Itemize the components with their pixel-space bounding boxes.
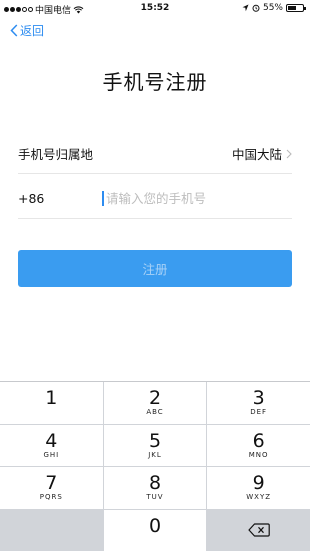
region-label: 手机号归属地 (18, 147, 94, 162)
back-button[interactable]: 返回 (10, 22, 44, 39)
alarm-icon (252, 4, 260, 12)
key-letters: DEF (250, 408, 268, 417)
battery-percent: 55% (262, 3, 283, 13)
region-row[interactable]: 手机号归属地 中国大陆 (18, 134, 292, 174)
back-label: 返回 (20, 24, 45, 38)
key-3[interactable]: 3 DEF (207, 382, 310, 424)
chevron-right-icon (286, 149, 292, 158)
chevron-left-icon (10, 24, 18, 37)
phone-row: +86 (18, 179, 292, 219)
location-icon (242, 4, 249, 12)
phone-input[interactable] (102, 191, 282, 206)
key-digit: 2 (148, 387, 162, 410)
key-letters: GHI (43, 450, 60, 459)
country-code[interactable]: +86 (18, 191, 102, 206)
key-2[interactable]: 2 ABC (103, 382, 207, 424)
key-letters: TUV (146, 493, 164, 502)
key-8[interactable]: 8 TUV (103, 467, 207, 509)
status-right: 55% (242, 3, 306, 13)
status-bar: 中国电信 15:52 55% (0, 0, 310, 18)
key-digit: 8 (148, 472, 162, 495)
key-letters: ABC (146, 408, 164, 417)
key-5[interactable]: 5 JKL (103, 424, 207, 466)
key-letters: MNO (248, 450, 269, 459)
battery-level (288, 6, 296, 10)
key-4[interactable]: 4 GHI (0, 424, 103, 466)
key-letters: PQRS (39, 493, 63, 502)
key-0[interactable]: 0 (103, 509, 207, 551)
key-digit: 1 (45, 387, 58, 410)
key-digit: 7 (45, 472, 58, 495)
backspace-icon (248, 523, 270, 537)
key-blank (0, 509, 103, 551)
battery-icon (286, 4, 306, 12)
key-letters: WXYZ (246, 493, 272, 502)
key-1[interactable]: 1 (0, 382, 103, 424)
register-button[interactable]: 注册 (18, 250, 292, 287)
region-value: 中国大陆 (231, 147, 282, 162)
region-selector[interactable]: 中国大陆 (232, 144, 292, 163)
key-7[interactable]: 7 PQRS (0, 467, 103, 509)
page-title: 手机号注册 (102, 70, 208, 94)
key-digit: 3 (252, 387, 265, 410)
backspace-key[interactable] (207, 509, 310, 551)
key-digit: 0 (148, 514, 162, 537)
numeric-keypad: 1 2 ABC 3 DEF 4 GHI 5 JKL 6 MNO 7 PQRS 8… (0, 381, 310, 551)
key-digit: 9 (252, 472, 265, 495)
key-digit: 5 (148, 429, 162, 452)
key-digit: 6 (252, 429, 265, 452)
key-6[interactable]: 6 MNO (207, 424, 310, 466)
key-letters: JKL (148, 450, 162, 459)
register-label: 注册 (142, 262, 168, 277)
key-digit: 4 (45, 429, 58, 452)
key-9[interactable]: 9 WXYZ (207, 467, 310, 509)
